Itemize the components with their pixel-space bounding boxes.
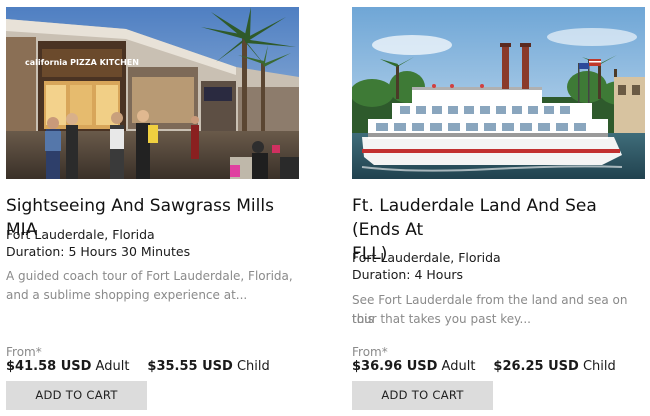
child-label: Child bbox=[236, 359, 270, 374]
child-price: $26.25 USD bbox=[493, 359, 579, 374]
tour-duration: Duration: 4 Hours bbox=[352, 267, 464, 282]
tour-card: Ft. Lauderdale Land And Sea (Ends At FLL… bbox=[352, 0, 645, 416]
add-to-cart-button[interactable]: ADD TO CART bbox=[6, 381, 147, 410]
tour-duration: Duration: 5 Hours 30 Minutes bbox=[6, 244, 191, 259]
add-to-cart-button[interactable]: ADD TO CART bbox=[352, 381, 493, 410]
adult-price: $41.58 USD bbox=[6, 359, 92, 374]
tour-title-line: Ft. Lauderdale Land And Sea (Ends At bbox=[352, 196, 597, 240]
storefront-sign: california PIZZA KITCHEN bbox=[25, 58, 139, 67]
tour-description-line: tour that takes you past key... bbox=[352, 312, 531, 326]
adult-price: $36.96 USD bbox=[352, 359, 438, 374]
tour-description-line: A guided coach tour of Fort Lauderdale, … bbox=[6, 269, 293, 283]
price-row: $41.58 USD Adult $35.55 USD Child bbox=[6, 358, 270, 376]
adult-label: Adult bbox=[441, 359, 476, 374]
tour-location: Fort Lauderdale, Florida bbox=[352, 250, 501, 265]
tour-card: california PIZZA KITCHEN Sightseeing And… bbox=[6, 0, 299, 416]
price-row: $36.96 USD Adult $26.25 USD Child bbox=[352, 358, 616, 376]
tour-image[interactable] bbox=[352, 7, 645, 179]
child-price: $35.55 USD bbox=[147, 359, 233, 374]
tour-grid: california PIZZA KITCHEN Sightseeing And… bbox=[0, 0, 650, 416]
adult-label: Adult bbox=[95, 359, 130, 374]
child-label: Child bbox=[582, 359, 616, 374]
tour-description-line: and a sublime shopping experience at... bbox=[6, 288, 248, 302]
tour-image[interactable]: california PIZZA KITCHEN bbox=[6, 7, 299, 179]
tour-location: Fort Lauderdale, Florida bbox=[6, 227, 155, 242]
